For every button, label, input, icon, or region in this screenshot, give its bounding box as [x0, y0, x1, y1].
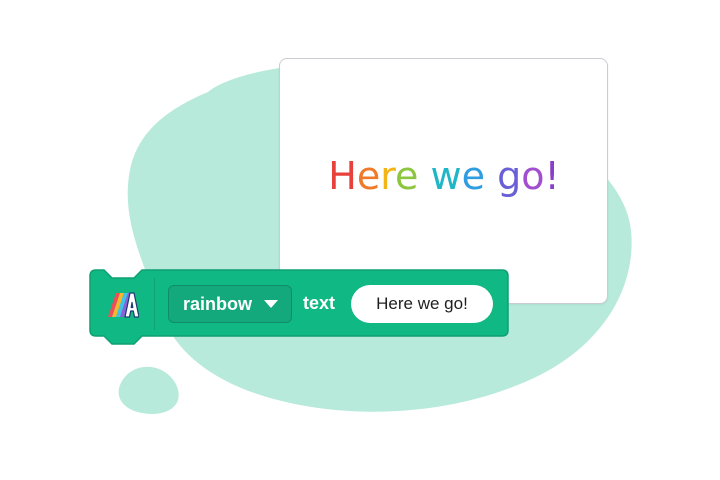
rainbow-letter: H — [328, 154, 357, 198]
rainbow-letter: e — [357, 154, 380, 198]
small-background-blob — [118, 366, 179, 414]
rainbow-letter: ! — [544, 154, 559, 198]
block-divider — [154, 278, 155, 330]
scene: Here we go! rainbow text Here we go! — [0, 0, 720, 480]
rainbow-letter: r — [380, 154, 396, 198]
color-effect-value: rainbow — [183, 293, 253, 314]
rainbow-letter — [418, 154, 430, 198]
text-extension-icon — [108, 292, 139, 318]
rainbow-text: Here we go! — [328, 154, 559, 198]
text-input-value: Here we go! — [376, 294, 468, 313]
text-argument-label: text — [303, 293, 336, 313]
rainbow-letter: g — [497, 154, 521, 198]
rainbow-letter: w — [431, 154, 462, 198]
rainbow-letter: e — [395, 154, 418, 198]
text-input-field[interactable]: Here we go! — [351, 285, 493, 323]
rainbow-letter: o — [521, 154, 544, 198]
text-block[interactable]: rainbow text Here we go! — [88, 268, 510, 350]
rainbow-letter — [485, 154, 497, 198]
caret-down-icon — [264, 300, 278, 308]
rainbow-letter: e — [462, 154, 485, 198]
color-effect-dropdown[interactable]: rainbow — [168, 285, 292, 323]
